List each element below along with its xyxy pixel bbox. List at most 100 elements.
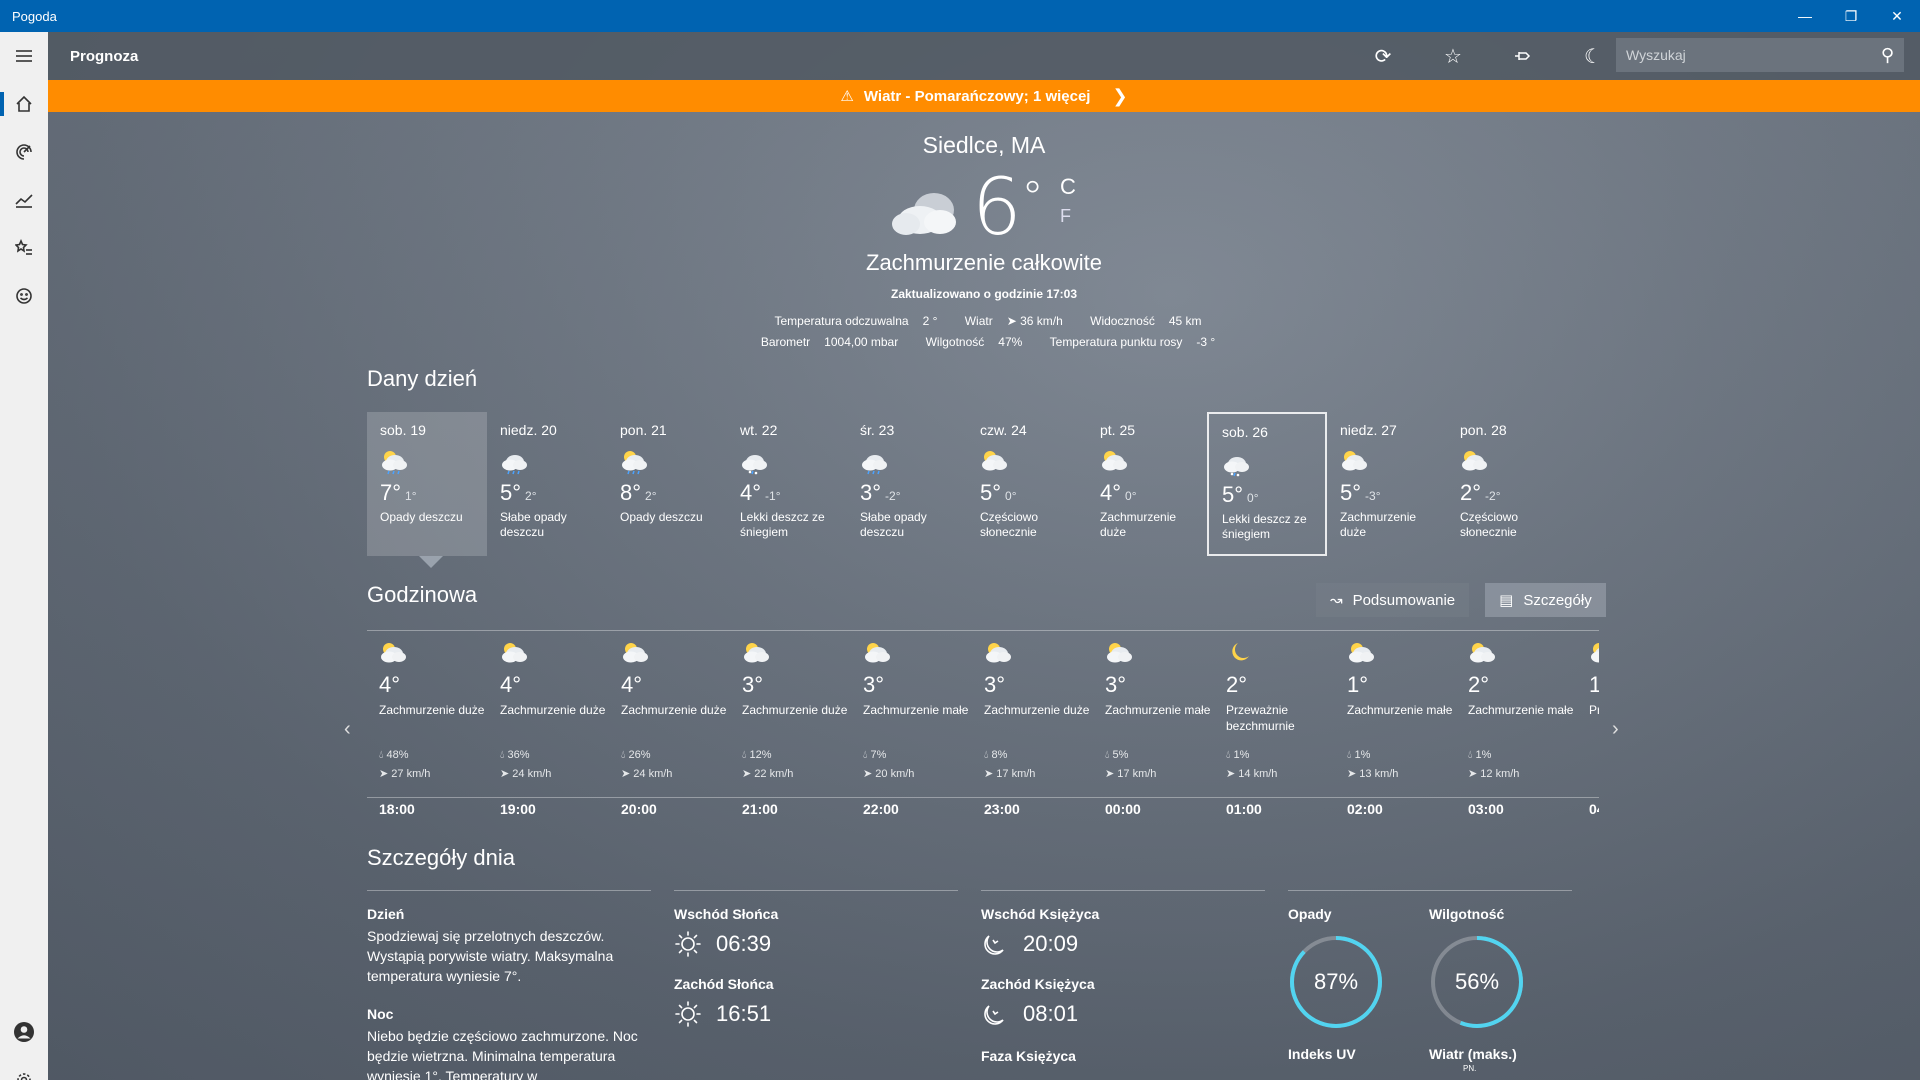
home-icon[interactable] [0,80,48,128]
day-low: 0° [1125,489,1137,503]
sun-rain-icon [380,448,474,476]
current-condition: Zachmurzenie całkowite [866,250,1102,275]
close-button[interactable]: ✕ [1874,0,1920,32]
rain-icon [500,448,594,476]
day-card[interactable]: sob. 19 7° 1° Opady deszczu [367,412,487,568]
partly-sunny-icon [1105,640,1214,666]
historical-chart-icon[interactable] [0,176,48,224]
day-card[interactable]: sob. 26 5° 0° Lekki deszcz ze śniegiem [1207,412,1327,556]
hour-temp: 1° [1347,672,1369,697]
day-card[interactable]: pt. 25 4° 0° Zachmurzenie duże [1087,412,1207,556]
hour-time: 23:00 [984,801,1020,817]
wind-arrow-icon: ➤ [984,768,994,780]
day-card[interactable]: niedz. 27 5° -3° Zachmurzenie duże [1327,412,1447,556]
scroll-right-icon[interactable]: › [1612,718,1619,741]
chevron-right-icon: ❯ [1112,85,1128,106]
hour-precip: 5% [1112,749,1129,761]
account-avatar-icon[interactable] [0,1008,48,1056]
cloudy-icon [892,193,956,235]
day-high: 3° [860,480,882,505]
day-high: 5° [980,480,1002,505]
unit-celsius-toggle[interactable]: C [1060,174,1076,200]
weather-alert-banner[interactable]: ⚠ Wiatr - Pomarańczowy; 1 więcej ❯ [48,80,1920,112]
day-low: 2° [525,489,537,503]
hour-time: 20:00 [621,801,657,817]
day-low: -2° [1485,489,1501,503]
hour-condition: Zachmurzenie małe [1468,703,1574,717]
restore-button[interactable]: ❐ [1828,0,1874,32]
column-divider [981,890,1265,891]
details-button[interactable]: ▤ Szczegóły [1485,583,1606,617]
hour-time: 19:00 [500,801,536,817]
day-name: sob. 26 [1222,424,1268,440]
raindrop-icon: 💧︎ [1226,749,1231,761]
day-card[interactable]: śr. 23 3° -2° Słabe opady deszczu [847,412,967,556]
minimize-button[interactable]: — [1782,0,1828,32]
hour-wind: 24 km/h [633,768,673,780]
precip-gauge: 87% [1288,934,1384,1030]
moonset-icon [984,1005,1004,1025]
wind-arrow-icon: ➤ [1468,768,1478,780]
hour-wind: 22 km/h [754,768,794,780]
partly-sunny-icon [1589,640,1599,666]
hour-temp: 3° [742,672,764,697]
visibility: Widoczność 45 km [1090,314,1202,328]
raindrop-icon: 💧︎ [1105,749,1110,761]
day-card[interactable]: wt. 22 4° -1° Lekki deszcz ze śniegiem [727,412,847,556]
search-box[interactable]: ⚲ [1616,38,1904,72]
day-name: pon. 28 [1460,422,1507,438]
hour-wind: 27 km/h [391,768,431,780]
radar-icon[interactable] [0,128,48,176]
day-card[interactable]: pon. 28 2° -2° Częściowo słonecznie [1447,412,1567,556]
search-icon[interactable]: ⚲ [1881,45,1894,66]
day-temps: 7° 1° [380,480,474,506]
hour-meta: 💧︎ 8% ➤ 17 km/h [984,746,1093,784]
partly-sunny-icon [379,640,488,666]
moonset: 08:01 [981,1000,1265,1028]
settings-gear-icon[interactable] [0,1056,48,1080]
day-name: sob. 19 [380,422,426,438]
hour-condition: Zachmurzenie małe [1105,703,1211,717]
raindrop-icon: 💧︎ [500,749,505,761]
favorites-list-icon[interactable] [0,224,48,272]
hourly-view-toggle: ↝ Podsumowanie ▤ Szczegóły [1300,583,1606,617]
raindrop-icon: 💧︎ [863,749,868,761]
humidity: Wilgotność 47% [925,335,1023,349]
hour-time: 01:00 [1226,801,1262,817]
moonrise-label: Wschód Księżyca [981,906,1100,922]
hour-item: 4° Zachmurzenie duże 💧︎ 48% ➤ 27 km/h 18:00 [367,640,488,820]
hamburger-menu-icon[interactable] [0,32,48,80]
hour-item: 4° Zachmurzenie duże 💧︎ 26% ➤ 24 km/h 20:00 [609,640,730,820]
day-card[interactable]: niedz. 20 5° 2° Słabe opady deszczu [487,412,607,556]
feedback-smiley-icon[interactable] [0,272,48,320]
hour-temp: 3° [863,672,885,697]
summary-button[interactable]: ↝ Podsumowanie [1316,583,1470,617]
hour-temp: 4° [379,672,401,697]
wind-arrow-icon: ➤ [863,768,873,780]
scroll-left-icon[interactable]: ‹ [344,718,351,741]
day-card[interactable]: czw. 24 5° 0° Częściowo słonecznie [967,412,1087,556]
dew-point: Temperatura punktu rosy -3 ° [1049,335,1216,349]
unit-fahrenheit-toggle[interactable]: F [1060,206,1071,227]
day-temps: 3° -2° [860,480,954,506]
day-temps: 8° 2° [620,480,714,506]
day-text: Spodziewaj się przelotnych deszczów. Wys… [367,928,614,984]
day-low: 2° [645,489,657,503]
partly-sunny-icon [984,640,1093,666]
rain-icon [860,448,954,476]
moon-icon [1226,640,1335,666]
day-condition: Lekki deszcz ze śniegiem [740,510,825,539]
favorite-star-icon[interactable]: ☆ [1418,32,1488,80]
hour-time: 02:00 [1347,801,1383,817]
hour-wind: 13 km/h [1359,768,1399,780]
refresh-icon[interactable]: ⟳ [1348,32,1418,80]
pin-icon[interactable] [1488,32,1558,80]
sleet-icon [1222,450,1312,478]
day-name: pon. 21 [620,422,667,438]
day-low: 0° [1247,491,1259,505]
search-input[interactable] [1626,47,1866,63]
day-card[interactable]: pon. 21 8° 2° Opady deszczu [607,412,727,556]
hour-condition: Zachmurzenie duże [742,703,848,717]
hour-temp: 3° [984,672,1006,697]
day-high: 5° [1222,482,1244,507]
